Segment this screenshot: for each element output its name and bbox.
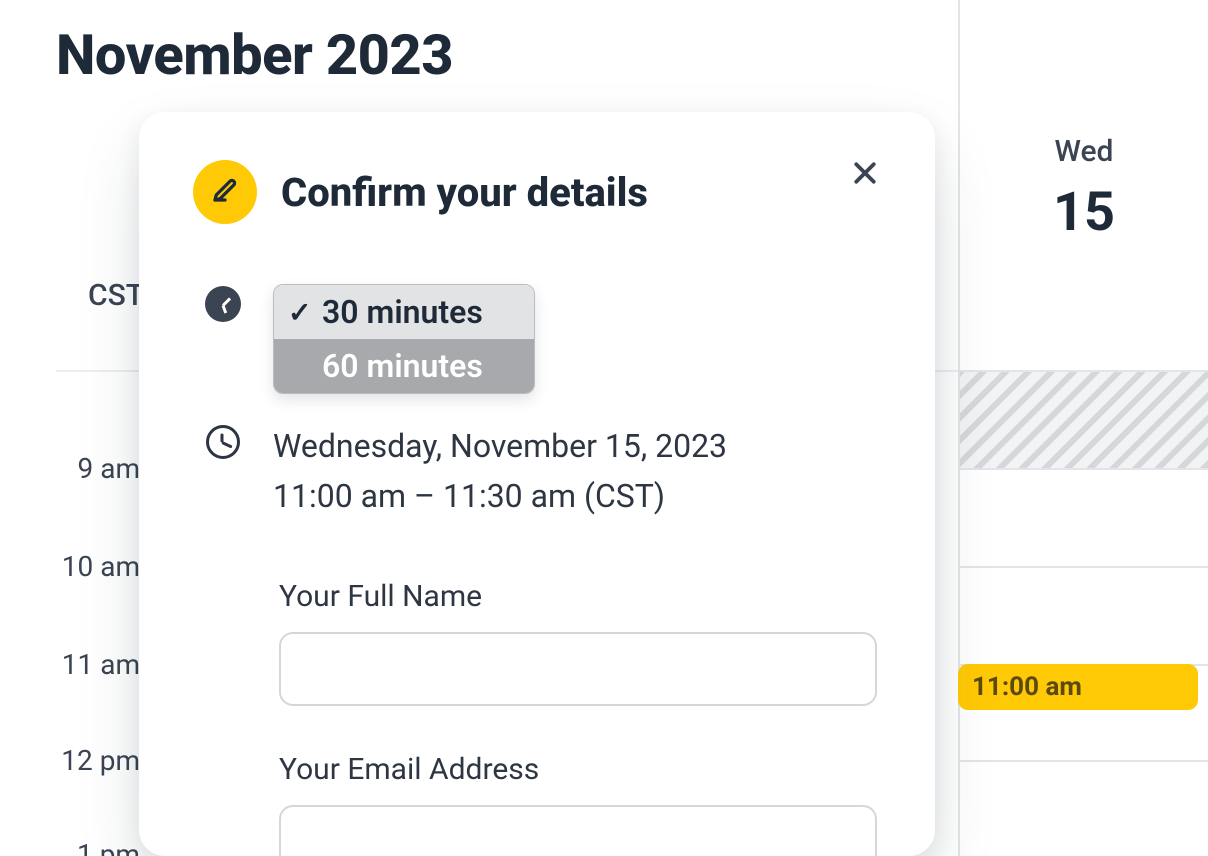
selected-time-range: 11:00 am – 11:30 am (CST) xyxy=(273,472,727,522)
timezone-label: CST xyxy=(88,278,144,313)
hour-label-12pm: 12 pm xyxy=(0,744,140,777)
confirm-details-modal: Confirm your details ✓ 30 minutes 60 min… xyxy=(139,112,935,856)
duration-select-dropdown[interactable]: ✓ 30 minutes 60 minutes xyxy=(273,284,535,394)
grid-line xyxy=(960,370,1208,372)
duration-option-30min[interactable]: ✓ 30 minutes xyxy=(274,285,534,339)
duration-option-60min[interactable]: 60 minutes xyxy=(274,339,534,393)
close-icon xyxy=(850,158,880,191)
event-time-label: 11:00 am xyxy=(972,672,1082,702)
datetime-icon-slot xyxy=(203,422,243,462)
clock-outline-icon xyxy=(206,425,240,459)
duration-option-label: 30 minutes xyxy=(322,293,483,331)
day-name: Wed xyxy=(960,134,1208,169)
hour-label-11am: 11 am xyxy=(0,648,140,681)
hour-label-9am: 9 am xyxy=(0,452,140,485)
full-name-label: Your Full Name xyxy=(279,579,881,614)
duration-option-label: 60 minutes xyxy=(322,347,483,385)
email-input[interactable] xyxy=(279,805,877,856)
hour-label-10am: 10 am xyxy=(0,550,140,583)
grid-line xyxy=(960,760,1208,762)
email-label: Your Email Address xyxy=(279,752,881,787)
page-title: November 2023 xyxy=(56,22,453,88)
duration-icon-slot xyxy=(203,284,243,324)
day-column-wed-15[interactable]: Wed 15 xyxy=(958,0,1208,856)
selected-date: Wednesday, November 15, 2023 xyxy=(273,422,727,472)
close-button[interactable] xyxy=(845,154,885,194)
hour-label-1pm: 1 pm xyxy=(0,838,140,856)
grid-line xyxy=(960,468,1208,470)
calendar-event[interactable]: 11:00 am xyxy=(958,664,1198,710)
modal-title: Confirm your details xyxy=(281,169,648,216)
full-name-input[interactable] xyxy=(279,632,877,706)
clock-icon xyxy=(205,286,241,322)
pencil-icon xyxy=(210,175,240,209)
selected-datetime: Wednesday, November 15, 2023 11:00 am – … xyxy=(273,422,727,521)
edit-badge xyxy=(193,160,257,224)
grid-line xyxy=(960,566,1208,568)
checkmark-icon: ✓ xyxy=(288,296,310,329)
day-number: 15 xyxy=(960,181,1208,244)
